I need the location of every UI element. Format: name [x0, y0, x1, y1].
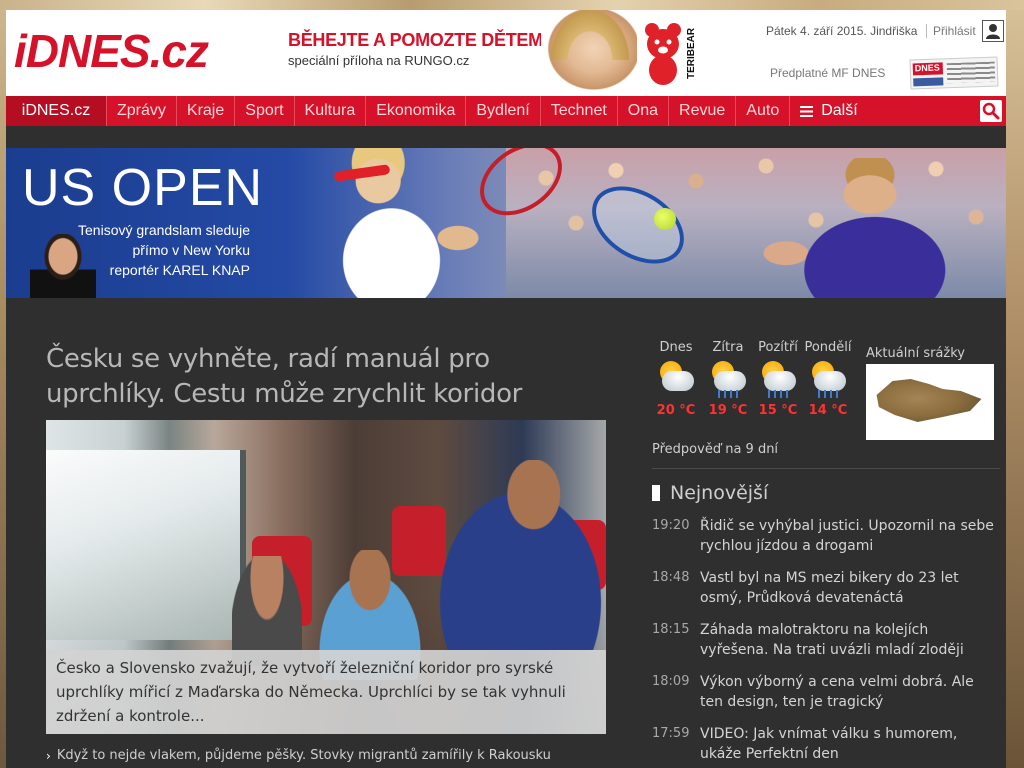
- nav-item-revue[interactable]: Revue: [668, 96, 735, 126]
- list-item[interactable]: 17:59 VIDEO: Jak vnímat válku s humorem,…: [652, 724, 1002, 768]
- weather-temp: 14 °C: [808, 403, 848, 418]
- nav-home[interactable]: iDNES.cz: [6, 96, 106, 126]
- chevron-right-icon: ›: [46, 748, 51, 763]
- weather-day-monday[interactable]: Pondělí 14 °C: [804, 340, 852, 418]
- nav-more-label: Další: [821, 102, 858, 119]
- promo-title: BĚHEJTE A POMOZTE DĚTEM: [288, 30, 543, 50]
- news-title: VIDEO: Jak vnímat válku s humorem, ukáže…: [700, 726, 958, 762]
- teribear-icon[interactable]: [642, 20, 684, 86]
- nav-item-zpravy[interactable]: Zprávy: [106, 96, 176, 126]
- weather-day-today[interactable]: Dnes 20 °C: [652, 340, 700, 418]
- nav-item-auto[interactable]: Auto: [735, 96, 789, 126]
- reporter-photo: [30, 234, 96, 298]
- nav-item-sport[interactable]: Sport: [234, 96, 293, 126]
- cloudy-rain-icon: [656, 359, 696, 399]
- latest-heading: Nejnovější: [652, 482, 768, 504]
- related-article-text: Když to nejde vlakem, půjdeme pěšky. Sto…: [56, 748, 551, 763]
- top-decoration: [0, 0, 1024, 10]
- us-open-banner[interactable]: US OPEN Tenisový grandslam sleduje přímo…: [6, 148, 1006, 298]
- site-logo[interactable]: iDNES.cz: [14, 28, 209, 74]
- news-title: Vastl byl na MS mezi bikery do 23 let os…: [700, 570, 959, 606]
- news-title: Záhada malotraktoru na kolejích vyřešena…: [700, 622, 964, 658]
- weather-temp: 15 °C: [758, 403, 798, 418]
- news-title: Řidič se vyhýbal justici. Upozornil na s…: [700, 518, 994, 554]
- nav-more-button[interactable]: Další: [789, 96, 867, 126]
- article-perex[interactable]: Česko a Slovensko zvažují, že vytvoří že…: [46, 650, 606, 734]
- weather-day-after-tomorrow[interactable]: Pozítří 15 °C: [754, 340, 802, 418]
- user-icon[interactable]: [982, 20, 1004, 42]
- date-line: Pátek 4. září 2015. Jindřiška: [766, 24, 918, 38]
- news-time: 18:48: [652, 570, 690, 585]
- login-link[interactable]: Přihlásit: [926, 24, 976, 38]
- rain-map[interactable]: [866, 364, 994, 440]
- cloudy-rain-icon: [758, 359, 798, 399]
- tennis-ball-icon: [654, 208, 676, 230]
- teribear-brand: TERIBEAR: [686, 27, 697, 79]
- header: iDNES.cz BĚHEJTE A POMOZTE DĚTEM speciál…: [6, 10, 1006, 96]
- weather-temp: 19 °C: [708, 403, 748, 418]
- nav-item-kraje[interactable]: Kraje: [175, 96, 234, 126]
- weather-day-label: Pondělí: [804, 340, 852, 355]
- divider: [652, 468, 1000, 469]
- right-background: [1006, 10, 1024, 768]
- page: iDNES.cz BĚHEJTE A POMOZTE DĚTEM speciál…: [6, 10, 1006, 768]
- main-content: Česku se vyhněte, radí manuál pro uprchl…: [6, 316, 1006, 768]
- newspaper-masthead: DNES: [914, 62, 940, 74]
- promo-link[interactable]: BĚHEJTE A POMOZTE DĚTEM speciální příloh…: [288, 30, 548, 68]
- list-item[interactable]: 18:09 Výkon výborný a cena velmi dobrá. …: [652, 672, 1002, 724]
- weather-temp: 20 °C: [656, 403, 696, 418]
- latest-list: 19:20 Řidič se vyhýbal justici. Upozorni…: [652, 516, 1002, 768]
- news-time: 17:59: [652, 726, 690, 741]
- nav-item-technet[interactable]: Technet: [539, 96, 617, 126]
- latest-title: Nejnovější: [670, 482, 769, 504]
- nav-item-bydleni[interactable]: Bydlení: [465, 96, 539, 126]
- list-item[interactable]: 19:20 Řidič se vyhýbal justici. Upozorni…: [652, 516, 1002, 568]
- section-marker-icon: [652, 485, 660, 501]
- weather-day-label: Pozítří: [758, 340, 798, 355]
- cloudy-rain-icon: [708, 359, 748, 399]
- article-headline[interactable]: Česku se vyhněte, radí manuál pro uprchl…: [46, 342, 606, 412]
- nav-item-ekonomika[interactable]: Ekonomika: [365, 96, 465, 126]
- subscription-link[interactable]: Předplatné MF DNES: [770, 66, 885, 80]
- newspaper-thumbnail[interactable]: DNES: [909, 56, 999, 90]
- news-time: 18:15: [652, 622, 690, 637]
- news-time: 18:09: [652, 674, 690, 689]
- banner-title: US OPEN: [22, 159, 264, 217]
- related-article-link[interactable]: › Když to nejde vlakem, půjdeme pěšky. S…: [46, 748, 551, 763]
- main-nav: iDNES.cz Zprávy Kraje Sport Kultura Ekon…: [6, 96, 1006, 126]
- weather-day-label: Zítra: [712, 340, 744, 355]
- cloudy-rain-icon: [808, 359, 848, 399]
- promo-photo-hair: [551, 10, 629, 60]
- rain-map-label[interactable]: Aktuální srážky: [866, 346, 965, 361]
- banner-player-male: [726, 158, 966, 298]
- nav-item-kultura[interactable]: Kultura: [293, 96, 366, 126]
- czech-map-icon: [876, 379, 982, 422]
- list-item[interactable]: 18:48 Vastl byl na MS mezi bikery do 23 …: [652, 568, 1002, 620]
- weather-day-label: Dnes: [659, 340, 693, 355]
- list-item[interactable]: 18:15 Záhada malotraktoru na kolejích vy…: [652, 620, 1002, 672]
- hamburger-icon: [800, 105, 814, 117]
- nav-item-ona[interactable]: Ona: [616, 96, 668, 126]
- search-icon: [982, 102, 1000, 120]
- news-title: Výkon výborný a cena velmi dobrá. Ale te…: [700, 674, 974, 710]
- promo-subtitle: speciální příloha na RUNGO.cz: [288, 53, 470, 68]
- news-time: 19:20: [652, 518, 690, 533]
- search-button[interactable]: [980, 100, 1002, 122]
- banner-player-female: [306, 148, 496, 298]
- weather-day-tomorrow[interactable]: Zítra 19 °C: [704, 340, 752, 418]
- forecast-link[interactable]: Předpověď na 9 dní: [652, 442, 778, 457]
